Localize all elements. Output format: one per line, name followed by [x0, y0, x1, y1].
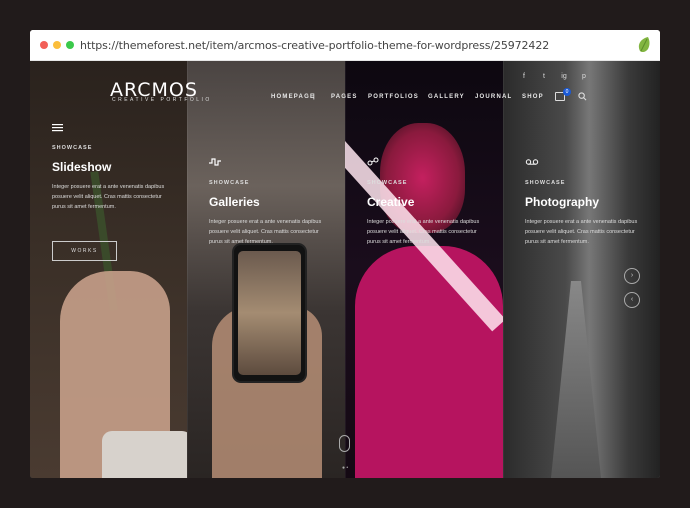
wave-icon — [209, 158, 221, 166]
facebook-icon[interactable]: f — [520, 73, 528, 80]
panel-description: Integer posuere erat a ante venenatis da… — [209, 219, 322, 245]
pinterest-icon[interactable]: p — [580, 73, 588, 80]
panel-slideshow[interactable]: SHOWCASE Slideshow Integer posuere erat … — [30, 61, 187, 478]
instagram-icon[interactable]: ig — [560, 73, 568, 80]
panel-title[interactable]: Slideshow — [52, 160, 111, 174]
browser-window: https://themeforest.net/item/arcmos-crea… — [30, 30, 660, 478]
cart-count-badge: 0 — [563, 88, 571, 96]
site-logo-tagline: CREATIVE PORTFOLIO — [112, 97, 212, 103]
panel-description: Integer posuere erat a ante venenatis da… — [52, 184, 165, 210]
panel-title[interactable]: Creative — [367, 195, 414, 209]
panel-description: Integer posuere erat a ante venenatis da… — [525, 219, 638, 245]
twitter-icon[interactable]: t — [540, 73, 548, 80]
nav-item-portfolios[interactable]: PORTFOLIOS — [368, 94, 419, 100]
panel-kicker: SHOWCASE — [52, 145, 93, 151]
nav-item-homepage[interactable]: HOMEPAGE — [271, 94, 315, 100]
address-bar[interactable]: https://themeforest.net/item/arcmos-crea… — [80, 39, 549, 52]
panel-title[interactable]: Photography — [525, 195, 599, 209]
envato-leaf-icon[interactable] — [636, 36, 652, 54]
nav-item-journal[interactable]: JOURNAL — [475, 94, 512, 100]
minimize-window-button[interactable] — [53, 41, 61, 49]
nav-item-pages[interactable]: PAGES — [331, 94, 358, 100]
menu-lines-icon — [52, 124, 63, 132]
column-divider — [345, 61, 346, 478]
sweater-sleeve-image — [102, 431, 187, 478]
nav-separator: | — [313, 94, 316, 100]
website-viewport: SHOWCASE Slideshow Integer posuere erat … — [30, 61, 660, 478]
panel-kicker: SHOWCASE — [209, 180, 250, 186]
close-window-button[interactable] — [40, 41, 48, 49]
search-icon[interactable] — [578, 92, 587, 101]
nav-item-gallery[interactable]: GALLERY — [428, 94, 465, 100]
pagination-dots[interactable]: ● • — [342, 465, 348, 471]
maximize-window-button[interactable] — [66, 41, 74, 49]
panel-title[interactable]: Galleries — [209, 195, 260, 209]
next-arrow-button[interactable]: › — [624, 268, 640, 284]
prev-arrow-button[interactable]: ‹ — [624, 292, 640, 308]
person-image — [355, 246, 503, 478]
corridor-image — [551, 281, 601, 478]
phone-screen-image — [238, 251, 301, 375]
panel-kicker: SHOWCASE — [525, 180, 566, 186]
phone-image — [232, 243, 307, 383]
scroll-mouse-icon — [339, 435, 350, 452]
panel-creative[interactable]: SHOWCASE Creative Integer posuere erat a… — [345, 61, 503, 478]
nodes-icon — [367, 157, 379, 166]
column-divider — [187, 61, 188, 478]
works-button[interactable]: WORKS — [52, 241, 117, 261]
panel-kicker: SHOWCASE — [367, 180, 408, 186]
tape-icon — [525, 159, 539, 165]
nav-item-shop[interactable]: SHOP — [522, 94, 544, 100]
browser-toolbar: https://themeforest.net/item/arcmos-crea… — [30, 30, 660, 61]
panel-description: Integer posuere erat a ante venenatis da… — [367, 219, 480, 245]
column-divider — [503, 61, 504, 478]
panel-galleries[interactable]: SHOWCASE Galleries Integer posuere erat … — [187, 61, 345, 478]
